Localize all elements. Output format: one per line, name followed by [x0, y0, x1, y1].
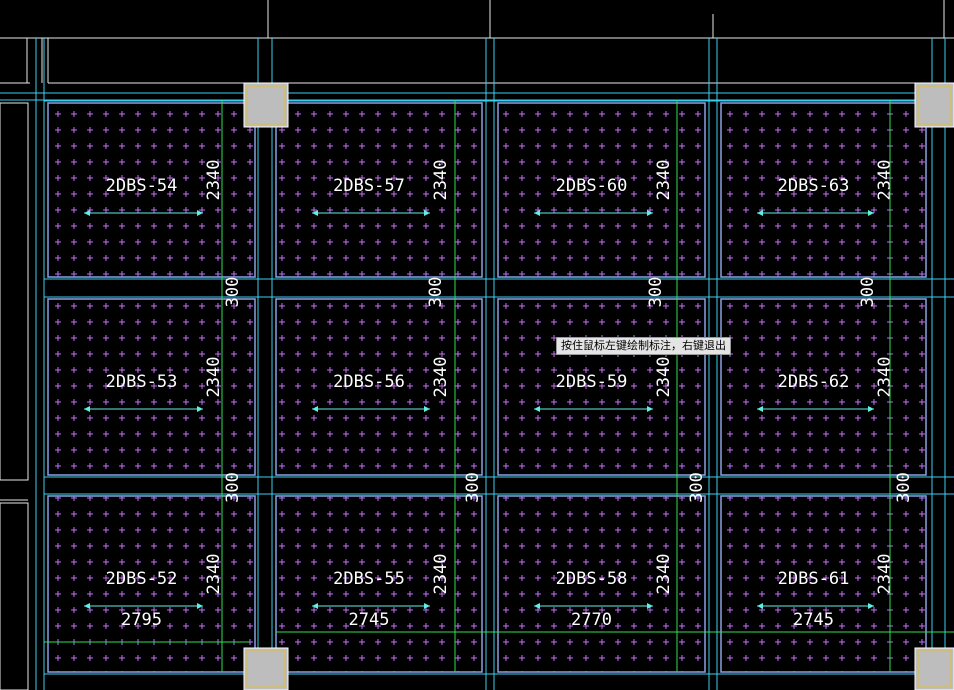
- gap-dim-label: 300: [646, 277, 666, 308]
- slab-label: 2DBS-53: [106, 372, 178, 392]
- slab-label: 2DBS-52: [106, 569, 178, 589]
- slab-width-dim: 2340: [875, 357, 895, 398]
- slab-label: 2DBS-57: [333, 176, 405, 196]
- slab-length-dim: 2770: [571, 610, 612, 630]
- slab-panel: 2DBS-60 2340: [497, 102, 706, 278]
- slab-label: 2DBS-54: [106, 176, 178, 196]
- cad-drawing-canvas[interactable]: 2DBS-54 2340 2DBS-57 2340 2DBS-60 2340 2DBS-63…: [0, 0, 954, 690]
- slab-width-dim: 2340: [204, 160, 224, 201]
- slab-panel: 2DBS-61 2340 2745: [720, 495, 927, 673]
- column-block: [243, 82, 289, 128]
- slab-width-dim: 2340: [654, 357, 674, 398]
- gap-dim-label: 300: [894, 472, 914, 503]
- slab-label: 2DBS-58: [556, 569, 628, 589]
- gap-dim-label: 300: [223, 277, 243, 308]
- slab-panel: 2DBS-63 2340: [720, 102, 927, 278]
- slab-label: 2DBS-59: [556, 372, 628, 392]
- slab-length-dim: 2795: [121, 610, 162, 630]
- slab-label: 2DBS-61: [778, 569, 850, 589]
- gap-dim-label: 300: [858, 277, 878, 308]
- gap-dim-label: 300: [223, 472, 243, 503]
- slab-panel: 2DBS-59 2340: [497, 298, 706, 476]
- slab-label: 2DBS-60: [556, 176, 628, 196]
- column-block: [243, 647, 289, 690]
- slab-label: 2DBS-56: [333, 372, 405, 392]
- slab-panel: 2DBS-53 2340: [47, 298, 256, 476]
- slab-width-dim: 2340: [431, 554, 451, 595]
- slab-width-dim: 2340: [431, 160, 451, 201]
- slab-panel: 2DBS-55 2340 2745: [275, 495, 483, 673]
- slab-panel: 2DBS-52 2340 2795: [47, 495, 256, 673]
- slab-width-dim: 2340: [431, 357, 451, 398]
- gap-dim-label: 300: [463, 472, 483, 503]
- slab-width-dim: 2340: [204, 554, 224, 595]
- slab-layer: 2DBS-54 2340 2DBS-57 2340 2DBS-60 2340 2DBS-63…: [47, 102, 927, 673]
- slab-length-dim: 2745: [793, 610, 834, 630]
- slab-panel: 2DBS-62 2340: [720, 298, 927, 476]
- slab-label: 2DBS-62: [778, 372, 850, 392]
- slab-width-dim: 2340: [204, 357, 224, 398]
- column-block: [914, 82, 954, 128]
- slab-label: 2DBS-55: [333, 569, 405, 589]
- slab-panel: 2DBS-56 2340: [275, 298, 483, 476]
- slab-label: 2DBS-63: [778, 176, 850, 196]
- gap-dim-label: 300: [426, 277, 446, 308]
- gap-dim-label: 300: [687, 472, 707, 503]
- command-tooltip: 按住鼠标左键绘制标注，右键退出: [556, 337, 731, 355]
- slab-panel: 2DBS-58 2340 2770: [497, 495, 706, 673]
- slab-panel: 2DBS-54 2340: [47, 102, 256, 278]
- slab-panel: 2DBS-57 2340: [275, 102, 483, 278]
- slab-width-dim: 2340: [875, 160, 895, 201]
- slab-length-dim: 2745: [349, 610, 390, 630]
- column-block: [914, 647, 954, 690]
- slab-width-dim: 2340: [654, 160, 674, 201]
- slab-width-dim: 2340: [875, 554, 895, 595]
- wall-outline: [0, 102, 29, 481]
- wall-outline: [0, 502, 29, 690]
- slab-width-dim: 2340: [654, 554, 674, 595]
